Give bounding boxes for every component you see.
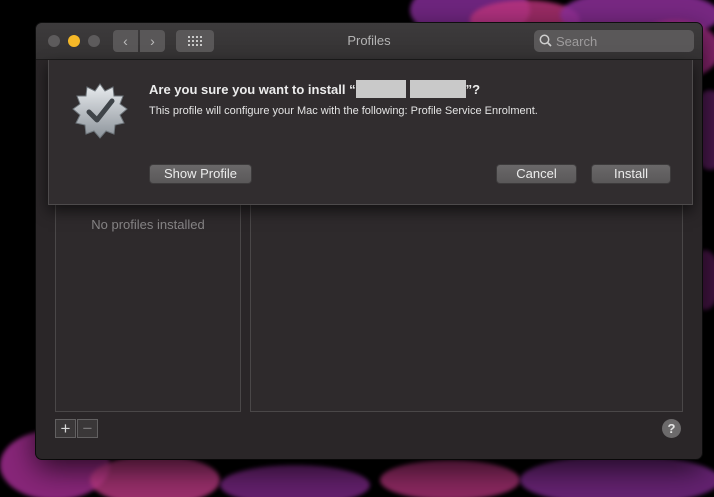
verified-badge-icon bbox=[72, 83, 128, 139]
sheet-title: Are you sure you want to install “ ”? bbox=[149, 80, 480, 98]
help-button[interactable]: ? bbox=[662, 419, 681, 438]
sheet-title-prefix: Are you sure you want to install “ bbox=[149, 82, 356, 97]
empty-profiles-label: No profiles installed bbox=[91, 217, 205, 232]
show-profile-button[interactable]: Show Profile bbox=[149, 164, 252, 184]
sheet-title-suffix: ”? bbox=[465, 82, 481, 97]
cancel-button[interactable]: Cancel bbox=[496, 164, 577, 184]
search-field[interactable] bbox=[534, 30, 694, 52]
add-profile-button[interactable]: + bbox=[55, 419, 76, 438]
sheet-message: This profile will configure your Mac wit… bbox=[149, 105, 538, 117]
search-input[interactable] bbox=[556, 32, 686, 50]
install-button[interactable]: Install bbox=[591, 164, 671, 184]
search-icon bbox=[539, 34, 552, 47]
profile-details-pane bbox=[250, 203, 683, 412]
redacted-profile-name bbox=[355, 80, 406, 98]
title-bar: ‹ › Profiles bbox=[36, 23, 702, 60]
redacted-profile-name-2 bbox=[409, 80, 466, 98]
install-profile-sheet: Are you sure you want to install “ ”? Thi… bbox=[48, 60, 693, 205]
remove-profile-button[interactable]: − bbox=[77, 419, 98, 438]
profiles-list[interactable]: No profiles installed bbox=[55, 203, 241, 412]
